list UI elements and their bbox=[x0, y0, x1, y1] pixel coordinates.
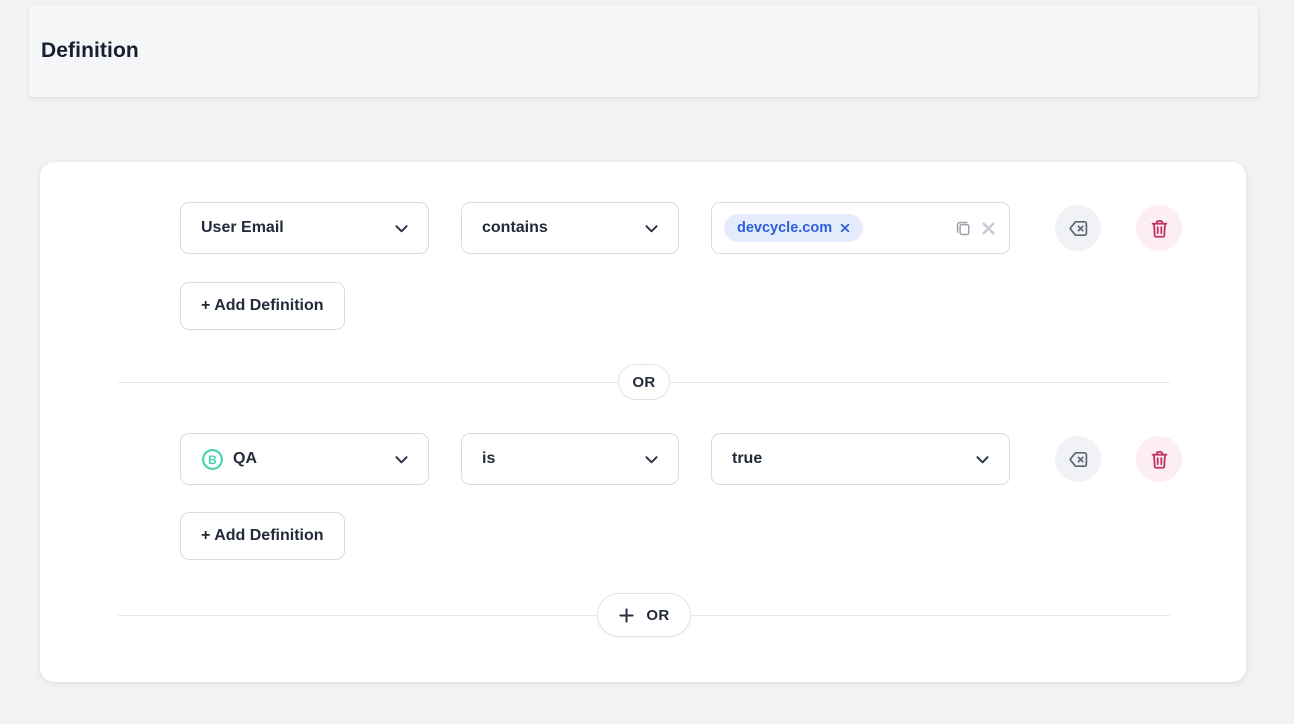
clear-definition-button-row2[interactable] bbox=[1055, 436, 1101, 482]
chip-remove-icon[interactable] bbox=[839, 222, 851, 234]
or-divider-label: OR bbox=[632, 374, 655, 391]
property-dropdown-row1[interactable]: User Email bbox=[180, 202, 429, 254]
chevron-down-icon bbox=[974, 451, 991, 468]
definition-card: User Email contains devcycle.com + Add D… bbox=[40, 162, 1246, 682]
add-definition-button-row2[interactable]: + Add Definition bbox=[180, 512, 345, 560]
comparator-dropdown-row1[interactable]: contains bbox=[461, 202, 679, 254]
delete-definition-button-row2[interactable] bbox=[1136, 436, 1182, 482]
add-definition-label: + Add Definition bbox=[201, 297, 324, 315]
backspace-icon bbox=[1066, 216, 1091, 241]
add-or-label: OR bbox=[646, 607, 669, 624]
chevron-down-icon bbox=[393, 220, 410, 237]
value-dropdown-row2[interactable]: true bbox=[711, 433, 1010, 485]
input-actions bbox=[954, 203, 996, 253]
delete-definition-button-row1[interactable] bbox=[1136, 205, 1182, 251]
or-divider-badge: OR bbox=[618, 364, 670, 400]
trash-icon bbox=[1148, 448, 1171, 471]
definition-section-header: Definition bbox=[29, 5, 1258, 97]
page-title: Definition bbox=[41, 39, 139, 63]
boolean-icon: B bbox=[201, 448, 224, 471]
add-or-button[interactable]: OR bbox=[597, 593, 691, 637]
clear-definition-button-row1[interactable] bbox=[1055, 205, 1101, 251]
property-dropdown-label: B QA bbox=[201, 448, 257, 471]
value-dropdown-label: true bbox=[732, 450, 762, 468]
add-definition-label: + Add Definition bbox=[201, 527, 324, 545]
chevron-down-icon bbox=[643, 451, 660, 468]
trash-icon bbox=[1148, 217, 1171, 240]
value-chip-label: devcycle.com bbox=[737, 220, 832, 236]
comparator-dropdown-label: is bbox=[482, 450, 495, 468]
chevron-down-icon bbox=[393, 451, 410, 468]
comparator-dropdown-label: contains bbox=[482, 219, 548, 237]
comparator-dropdown-row2[interactable]: is bbox=[461, 433, 679, 485]
value-chip: devcycle.com bbox=[724, 214, 863, 242]
copy-icon[interactable] bbox=[954, 219, 973, 238]
add-definition-button-row1[interactable]: + Add Definition bbox=[180, 282, 345, 330]
backspace-icon bbox=[1066, 447, 1091, 472]
value-tag-input-row1[interactable]: devcycle.com bbox=[711, 202, 1010, 254]
property-dropdown-row2[interactable]: B QA bbox=[180, 433, 429, 485]
chevron-down-icon bbox=[643, 220, 660, 237]
svg-text:B: B bbox=[208, 452, 217, 466]
clear-input-icon[interactable] bbox=[981, 221, 996, 236]
property-dropdown-label: User Email bbox=[201, 219, 284, 237]
plus-icon bbox=[618, 607, 635, 624]
